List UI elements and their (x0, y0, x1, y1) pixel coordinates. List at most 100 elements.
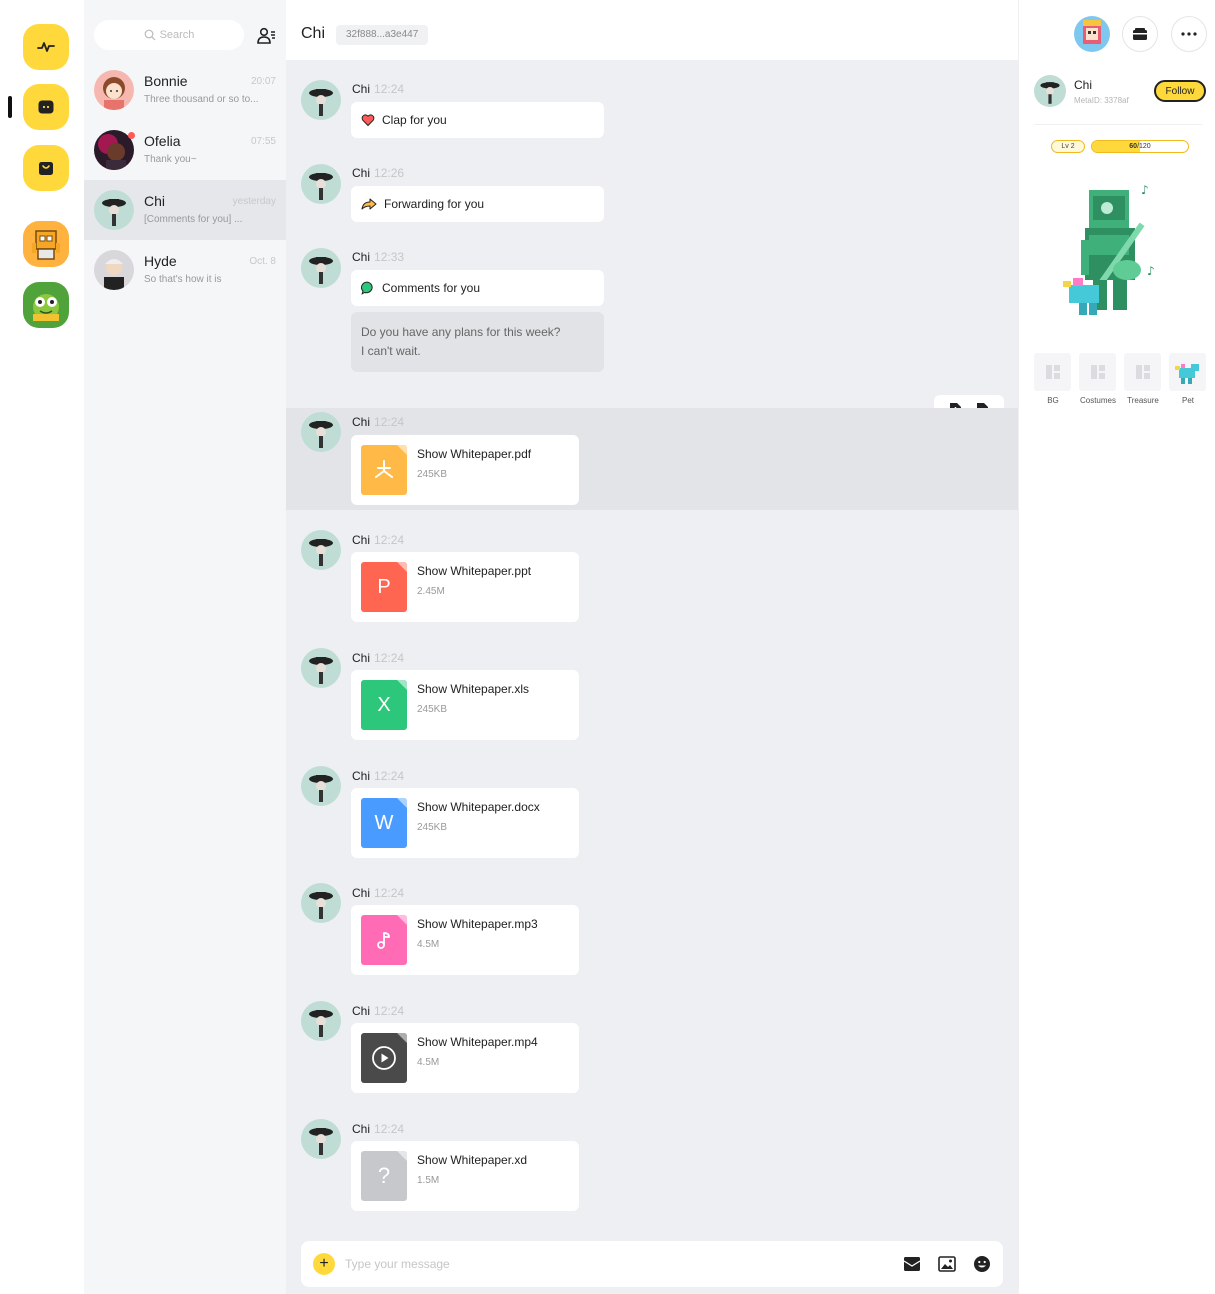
conversation-item[interactable]: Bonnie Three thousand or so to... 20:07 (84, 60, 286, 120)
comment-bubble-icon (361, 281, 375, 295)
app-window: Search Bonnie Three thousand or so to...… (0, 0, 1215, 1294)
avatar (94, 250, 134, 290)
wallet-icon (1133, 28, 1147, 40)
file-card[interactable]: Show Whitepaper.mp3 4.5M (351, 905, 579, 975)
add-contact-icon (257, 27, 275, 44)
message-quote-bubble[interactable]: Do you have any plans for this week? I c… (351, 312, 604, 372)
chat-header: Chi 32f888...a3e447 (286, 0, 1018, 60)
chat-bubble-icon (38, 100, 54, 114)
file-message: Chi 12:24 X Show Whitepaper.xls 245KB (286, 648, 1018, 748)
mailbox-icon (903, 1257, 921, 1271)
profile-panel: Chi MetaID: 3378af Follow Lv 2 60/120 ♪ … (1018, 0, 1215, 1294)
level-label: Lv 2 (1061, 143, 1075, 150)
chat-address-badge[interactable]: 32f888...a3e447 (336, 25, 429, 45)
message-avatar[interactable] (301, 883, 341, 923)
search-box[interactable]: Search (94, 20, 244, 50)
file-card[interactable]: X Show Whitepaper.xls 245KB (351, 670, 579, 740)
sender-name: Chi (352, 415, 371, 429)
conversation-item-active[interactable]: Chi [Comments for you] ... yesterday (84, 180, 286, 240)
conversation-time: yesterday (232, 196, 276, 207)
divider (1034, 124, 1202, 125)
file-name: Show Whitepaper.mp4 (417, 1035, 538, 1049)
chat-message-area: Chi 12:24 Clap for you Chi 12:26 Forwardin… (286, 60, 1018, 1294)
attach-plus-button[interactable]: + (313, 1253, 335, 1275)
message-bubble[interactable]: Comments for you (351, 270, 604, 306)
message-bubble[interactable]: Clap for you (351, 102, 604, 138)
robot-app-icon (23, 221, 69, 267)
conversation-item[interactable]: Ofelia Thank you~ 07:55 (84, 120, 286, 180)
search-placeholder: Search (159, 29, 195, 41)
file-type-letter: X (377, 693, 391, 716)
more-options-button[interactable] (1171, 16, 1207, 52)
message-avatar[interactable] (301, 248, 341, 288)
image-button[interactable] (937, 1254, 957, 1274)
ppt-file-icon: P (361, 562, 407, 612)
activity-button[interactable] (23, 24, 69, 70)
app-robot-avatar[interactable] (23, 221, 69, 267)
mailbox-button[interactable] (902, 1254, 922, 1274)
avatar (94, 190, 134, 230)
message-text: Forwarding for you (384, 197, 485, 211)
pet-item-slot[interactable] (1169, 353, 1206, 391)
app-frog-avatar[interactable] (23, 282, 69, 328)
follow-button[interactable]: Follow (1154, 80, 1206, 102)
bg-item-slot[interactable] (1034, 353, 1071, 391)
unknown-file-icon: ? (361, 1151, 407, 1201)
more-dots-icon (1181, 32, 1197, 36)
item-label: Costumes (1079, 396, 1116, 405)
message-avatar[interactable] (301, 80, 341, 120)
treasure-item-slot[interactable] (1124, 353, 1161, 391)
sender-name: Chi (352, 769, 371, 783)
file-card[interactable]: P Show Whitepaper.ppt 2.45M (351, 552, 579, 622)
conversation-name: Ofelia (144, 133, 181, 149)
message-sender: Chi 12:24 (352, 415, 404, 429)
file-size: 4.5M (417, 939, 440, 950)
file-card[interactable]: Show Whitepaper.mp4 4.5M (351, 1023, 579, 1093)
level-badge: Lv 2 (1051, 140, 1085, 153)
message-input[interactable] (345, 1253, 845, 1275)
emoji-button[interactable] (972, 1254, 992, 1274)
conversation-item[interactable]: Hyde So that's how it is Oct. 8 (84, 240, 286, 300)
wallet-button[interactable] (1122, 16, 1158, 52)
plus-icon: + (319, 1255, 329, 1272)
message-avatar[interactable] (301, 1119, 341, 1159)
file-type-letter: P (377, 575, 391, 598)
file-card[interactable]: Show Whitepaper.pdf 245KB (351, 435, 579, 505)
add-contact-button[interactable] (254, 24, 278, 48)
shop-button[interactable] (23, 145, 69, 191)
image-icon (938, 1256, 956, 1272)
file-type-letter: W (374, 811, 394, 834)
heart-icon (361, 113, 375, 127)
message-sender: Chi 12:26 (352, 166, 404, 180)
conversation-name: Chi (144, 193, 166, 209)
placeholder-grid-icon (1045, 365, 1060, 379)
emoji-icon (974, 1256, 990, 1272)
message-avatar[interactable] (301, 164, 341, 204)
message-avatar[interactable] (301, 766, 341, 806)
message-time: 12:24 (374, 1004, 405, 1018)
avatar (94, 70, 134, 110)
music-note-icon (361, 915, 407, 965)
sender-name: Chi (352, 1004, 371, 1018)
my-avatar[interactable] (1074, 16, 1110, 52)
file-message: Chi 12:24 Show Whitepaper.mp4 4.5M (286, 1001, 1018, 1101)
file-card[interactable]: ? Show Whitepaper.xd 1.5M (351, 1141, 579, 1211)
message-avatar[interactable] (301, 1001, 341, 1041)
pdf-file-icon (361, 445, 407, 495)
conversation-time: 07:55 (250, 136, 276, 147)
conversation-name: Bonnie (144, 73, 188, 89)
item-label: Treasure (1127, 396, 1159, 405)
file-type-letter: ? (377, 1163, 391, 1188)
message-avatar[interactable] (301, 648, 341, 688)
message-bubble[interactable]: Forwarding for you (351, 186, 604, 222)
costumes-item-slot[interactable] (1079, 353, 1116, 391)
file-card[interactable]: W Show Whitepaper.docx 245KB (351, 788, 579, 858)
chat-button[interactable] (23, 84, 69, 130)
message-avatar[interactable] (301, 530, 341, 570)
docx-file-icon: W (361, 798, 407, 848)
message-text: Comments for you (382, 281, 481, 295)
message-time: 12:26 (374, 166, 405, 180)
svg-text:♪: ♪ (1141, 183, 1149, 197)
item-label: BG (1047, 396, 1059, 405)
message-avatar[interactable] (301, 412, 341, 452)
